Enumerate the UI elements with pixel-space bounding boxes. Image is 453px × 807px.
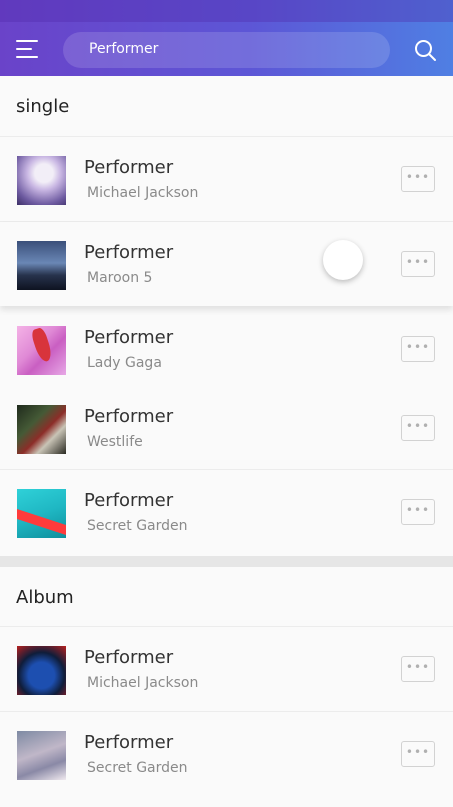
album-art (17, 241, 66, 290)
touch-ripple (323, 240, 363, 280)
search-icon[interactable] (413, 38, 437, 62)
status-bar (0, 0, 453, 22)
album-art (17, 489, 66, 538)
more-button[interactable]: ••• (401, 166, 435, 192)
track-artist: Michael Jackson (87, 675, 199, 691)
list-item[interactable]: Performer Maroon 5 ••• (0, 222, 453, 306)
more-button[interactable]: ••• (401, 251, 435, 277)
app-header: Performer (0, 0, 453, 76)
track-artist: Lady Gaga (87, 355, 162, 371)
track-artist: Michael Jackson (87, 185, 199, 201)
track-title: Performer (84, 406, 174, 427)
track-title: Performer (84, 490, 174, 511)
list-item[interactable]: Performer Westlife ••• (0, 386, 453, 470)
search-input[interactable]: Performer (63, 32, 390, 68)
album-art (17, 646, 66, 695)
track-artist: Secret Garden (87, 518, 188, 534)
more-button[interactable]: ••• (401, 741, 435, 767)
list-item[interactable]: Performer Michael Jackson ••• (0, 627, 453, 711)
track-title: Performer (84, 242, 174, 263)
album-art (17, 405, 66, 454)
section-title-single: single (16, 96, 70, 117)
section-title-album: Album (16, 587, 74, 608)
more-button[interactable]: ••• (401, 656, 435, 682)
track-title: Performer (84, 732, 174, 753)
search-query: Performer (89, 41, 159, 57)
track-title: Performer (84, 647, 174, 668)
list-item[interactable]: Performer Lady Gaga ••• (0, 307, 453, 391)
more-button[interactable]: ••• (401, 336, 435, 362)
album-art (17, 731, 66, 780)
menu-icon[interactable] (16, 40, 38, 60)
album-art (17, 156, 66, 205)
more-button[interactable]: ••• (401, 499, 435, 525)
more-button[interactable]: ••• (401, 415, 435, 441)
track-title: Performer (84, 327, 174, 348)
track-artist: Secret Garden (87, 760, 188, 776)
section-separator (0, 556, 453, 567)
list-item[interactable]: Performer Secret Garden ••• (0, 470, 453, 554)
track-artist: Westlife (87, 434, 143, 450)
list-item[interactable]: Performer Michael Jackson ••• (0, 137, 453, 221)
list-item[interactable]: Performer Secret Garden ••• (0, 712, 453, 796)
album-art (17, 326, 66, 375)
track-title: Performer (84, 157, 174, 178)
track-artist: Maroon 5 (87, 270, 153, 286)
